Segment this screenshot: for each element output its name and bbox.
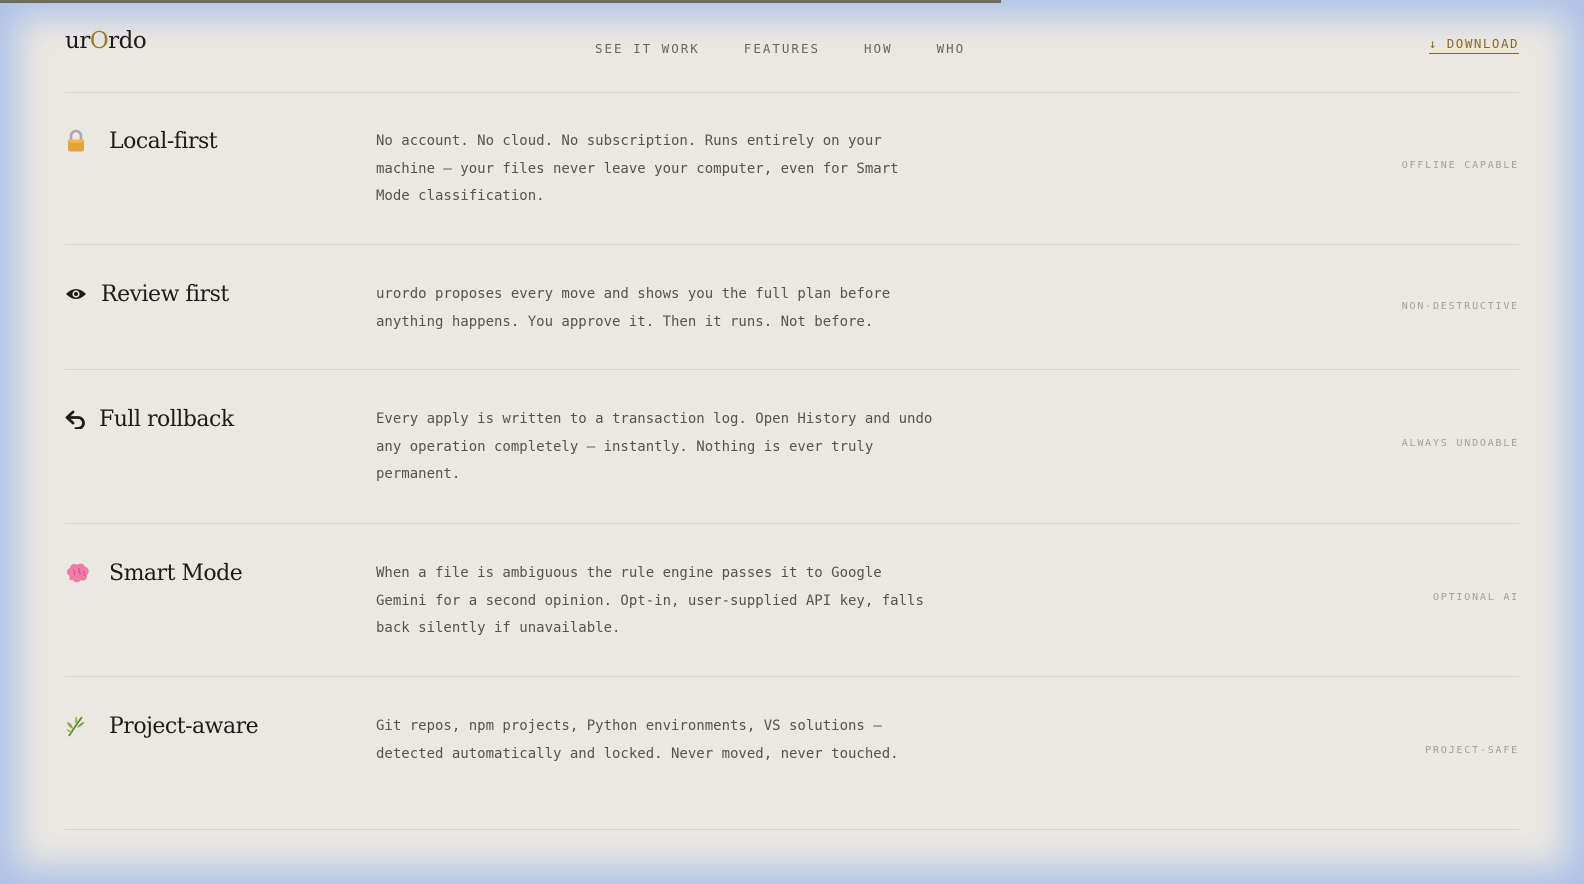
- feature-description: Git repos, npm projects, Python environm…: [376, 718, 899, 762]
- feature-description: urordo proposes every move and shows you…: [376, 286, 891, 330]
- feature-heading: Local-first: [65, 128, 218, 154]
- feature-heading: Smart Mode: [65, 560, 243, 586]
- feature-description: No account. No cloud. No subscription. R…: [376, 133, 899, 204]
- lock-icon: [65, 128, 95, 154]
- feature-heading: Review first: [65, 281, 229, 307]
- feature-tag: ALWAYS UNDOABLE: [1401, 438, 1519, 449]
- nav-links: SEE IT WORK FEATURES HOW WHO: [595, 41, 1009, 56]
- brand-suffix: rdo: [108, 28, 147, 54]
- feature-row-project-aware: Project-aware Git repos, npm projects, P…: [65, 677, 1519, 830]
- feature-title: Local-first: [109, 128, 218, 154]
- nav-link-see-it-work[interactable]: SEE IT WORK: [595, 41, 700, 56]
- feature-description: When a file is ambiguous the rule engine…: [376, 565, 924, 636]
- eye-icon: [65, 281, 87, 307]
- feature-tag: PROJECT-SAFE: [1425, 745, 1519, 756]
- feature-tag: OPTIONAL AI: [1432, 592, 1519, 603]
- feature-row-full-rollback: Full rollback Every apply is written to …: [65, 370, 1519, 524]
- nav-link-who[interactable]: WHO: [937, 41, 966, 56]
- page-frame: urOrdo SEE IT WORK FEATURES HOW WHO ↓ DO…: [0, 0, 1584, 884]
- nav-link-features[interactable]: FEATURES: [744, 41, 820, 56]
- feature-title: Project-aware: [109, 713, 259, 739]
- brand-prefix: ur: [65, 28, 90, 54]
- nav-link-how[interactable]: HOW: [864, 41, 893, 56]
- feature-tag: NON-DESTRUCTIVE: [1401, 301, 1519, 312]
- top-navigation: urOrdo SEE IT WORK FEATURES HOW WHO ↓ DO…: [65, 0, 1519, 93]
- herb-icon: [65, 713, 95, 739]
- feature-heading: Full rollback: [65, 406, 234, 432]
- feature-tag: OFFLINE CAPABLE: [1401, 160, 1519, 171]
- undo-arrow-icon: [65, 406, 87, 432]
- feature-row-review-first: Review first urordo proposes every move …: [65, 245, 1519, 370]
- brand-accent: O: [89, 28, 109, 54]
- feature-row-smart-mode: Smart Mode When a file is ambiguous the …: [65, 524, 1519, 677]
- brand-logo[interactable]: urOrdo: [65, 28, 147, 54]
- feature-title: Review first: [101, 281, 229, 307]
- feature-description: Every apply is written to a transaction …: [376, 411, 933, 482]
- feature-row-local-first: Local-first No account. No cloud. No sub…: [65, 92, 1519, 245]
- feature-title: Smart Mode: [109, 560, 243, 586]
- feature-heading: Project-aware: [65, 713, 259, 739]
- download-button[interactable]: ↓ DOWNLOAD: [1428, 36, 1519, 54]
- feature-title: Full rollback: [99, 406, 234, 432]
- brain-icon: [65, 560, 95, 586]
- feature-list: Local-first No account. No cloud. No sub…: [65, 92, 1519, 830]
